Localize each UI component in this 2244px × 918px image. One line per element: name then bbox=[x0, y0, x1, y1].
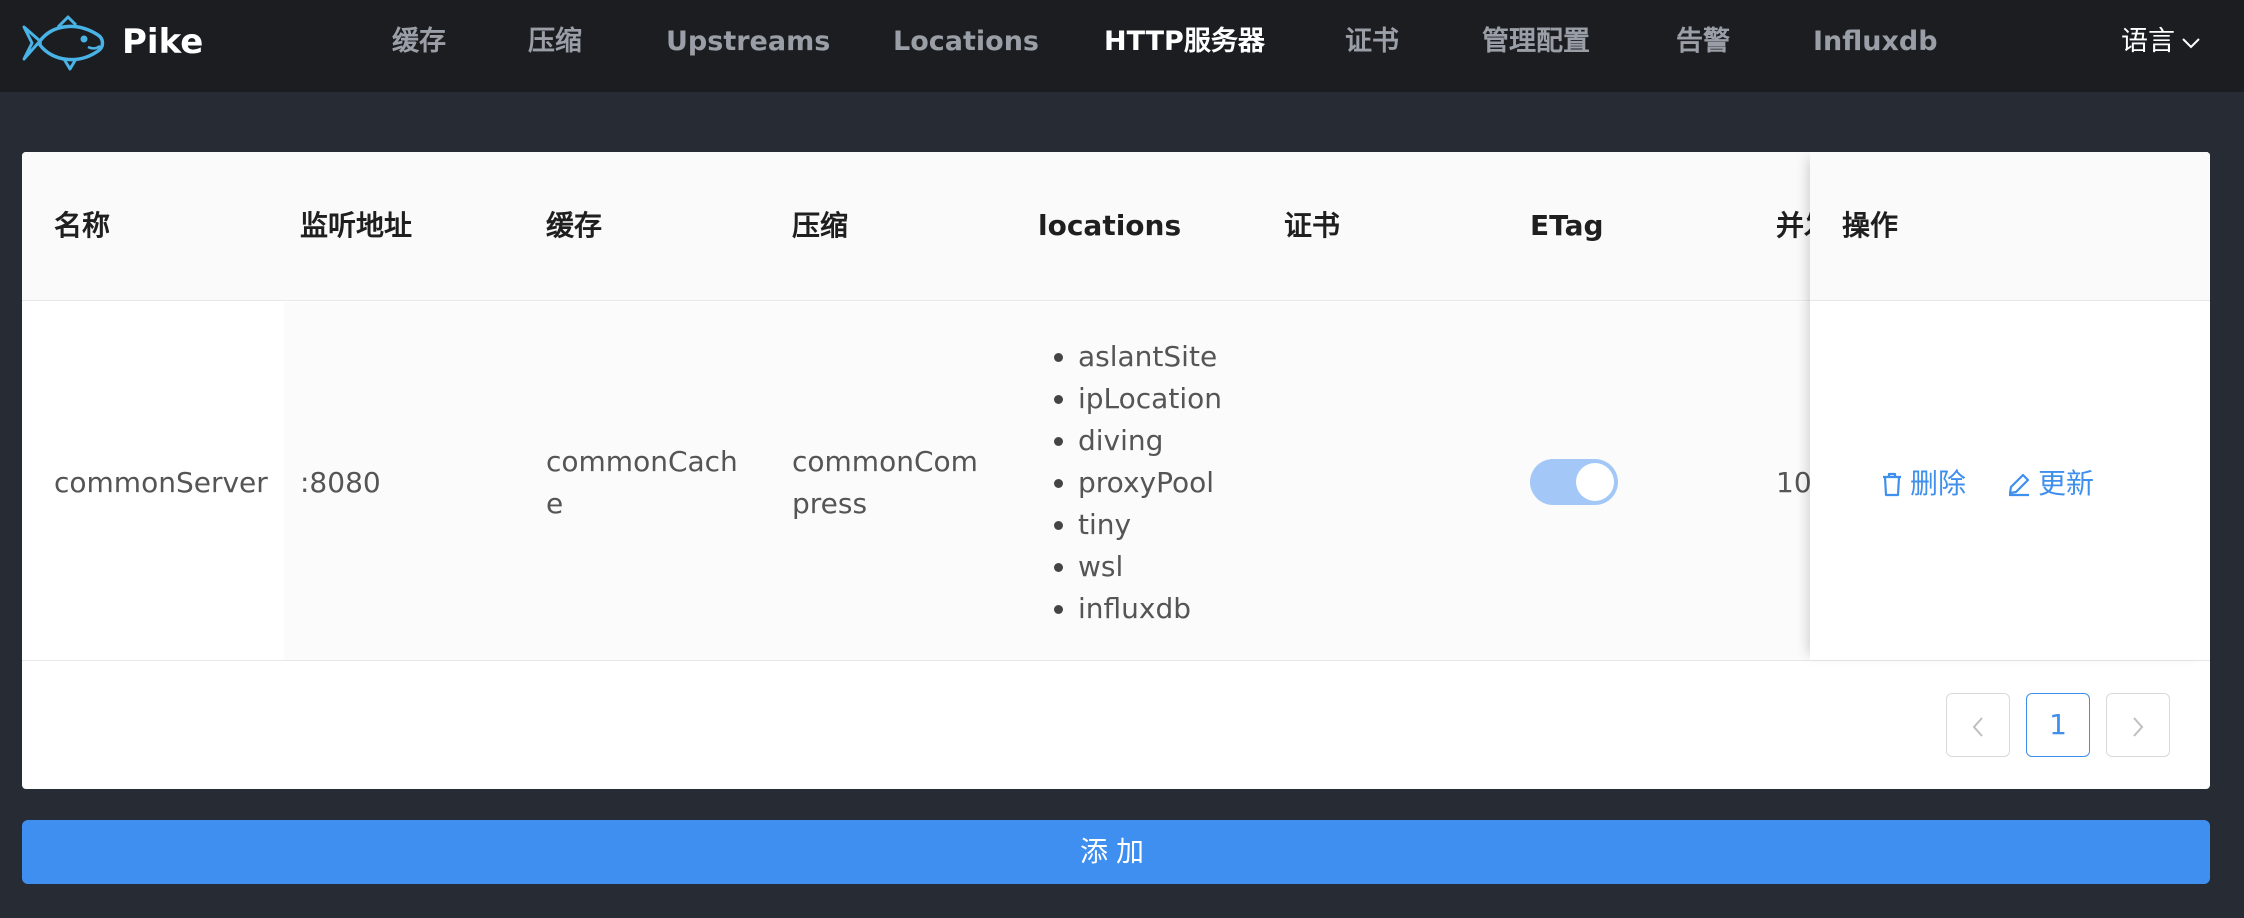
cell-compress: commonCom press bbox=[792, 441, 978, 525]
actions-column: 操作 删除 更新 bbox=[1810, 152, 2210, 660]
list-item: diving bbox=[1078, 420, 1222, 462]
cell-cache: commonCach e bbox=[546, 441, 738, 525]
column-header-cache: 缓存 bbox=[546, 209, 603, 242]
language-dropdown[interactable]: 语言 bbox=[2121, 22, 2201, 62]
language-label: 语言 bbox=[2121, 26, 2175, 57]
cell-compress-line-1: commonCom bbox=[792, 445, 978, 478]
column-header-actions: 操作 bbox=[1842, 209, 1899, 242]
nav-item-http-server[interactable]: HTTP服务器 bbox=[1104, 22, 1265, 62]
column-header-locations: locations bbox=[1038, 209, 1182, 242]
cell-cache-line-1: commonCach bbox=[546, 445, 738, 478]
nav-item-cert[interactable]: 证书 bbox=[1345, 22, 1399, 62]
column-header-cert: 证书 bbox=[1284, 209, 1341, 242]
pagination-prev-button[interactable] bbox=[1946, 693, 2010, 757]
fish-logo-icon[interactable] bbox=[18, 13, 106, 75]
add-button[interactable]: 添加 bbox=[22, 820, 2210, 884]
cell-compress-line-2: press bbox=[792, 487, 868, 520]
nav-item-admin-config[interactable]: 管理配置 bbox=[1482, 22, 1590, 62]
edit-icon bbox=[2008, 473, 2030, 497]
trash-icon bbox=[1883, 472, 1901, 497]
nav-item-cache[interactable]: 缓存 bbox=[392, 22, 446, 62]
nav-item-upstreams[interactable]: Upstreams bbox=[666, 22, 830, 62]
column-header-listen-address: 监听地址 bbox=[300, 209, 413, 242]
nav-item-alarm[interactable]: 告警 bbox=[1676, 22, 1730, 62]
delete-button[interactable]: 删除 bbox=[1880, 462, 1966, 506]
update-label: 更新 bbox=[2038, 467, 2095, 500]
delete-label: 删除 bbox=[1910, 467, 1967, 500]
nav-item-compress[interactable]: 压缩 bbox=[528, 22, 582, 62]
list-item: aslantSite bbox=[1078, 336, 1222, 378]
chevron-down-icon bbox=[2182, 37, 2200, 48]
cell-name: commonServer bbox=[54, 466, 268, 499]
nav-item-influxdb[interactable]: Influxdb bbox=[1813, 22, 1938, 62]
column-header-name: 名称 bbox=[54, 209, 111, 242]
column-header-compress: 压缩 bbox=[792, 209, 849, 242]
list-item: tiny bbox=[1078, 504, 1222, 546]
toggle-knob bbox=[1576, 463, 1614, 501]
chevron-left-icon bbox=[1972, 717, 1983, 737]
list-item: proxyPool bbox=[1078, 462, 1222, 504]
nav-item-locations[interactable]: Locations bbox=[893, 22, 1039, 62]
update-button[interactable]: 更新 bbox=[2006, 462, 2094, 506]
brand-name[interactable]: Pike bbox=[122, 20, 203, 64]
cell-listen-address: :8080 bbox=[300, 466, 381, 499]
cell-concurrency: 10 bbox=[1776, 466, 1812, 499]
pagination-next-button[interactable] bbox=[2106, 693, 2170, 757]
chevron-right-icon bbox=[2133, 717, 2144, 737]
cell-locations: aslantSite ipLocation diving proxyPool t… bbox=[1038, 336, 1222, 630]
column-header-etag: ETag bbox=[1530, 209, 1604, 242]
etag-toggle[interactable] bbox=[1530, 459, 1618, 505]
locations-list: aslantSite ipLocation diving proxyPool t… bbox=[1038, 336, 1222, 630]
list-item: wsl bbox=[1078, 546, 1222, 588]
cell-cache-line-2: e bbox=[546, 487, 564, 520]
pagination-page-1[interactable]: 1 bbox=[2026, 693, 2090, 757]
servers-table-card: 名称 监听地址 缓存 压缩 locations 证书 ETag 并发 commo… bbox=[22, 152, 2210, 789]
top-navbar: Pike 缓存 压缩 Upstreams Locations HTTP服务器 证… bbox=[0, 0, 2244, 92]
list-item: ipLocation bbox=[1078, 378, 1222, 420]
list-item: influxdb bbox=[1078, 588, 1222, 630]
